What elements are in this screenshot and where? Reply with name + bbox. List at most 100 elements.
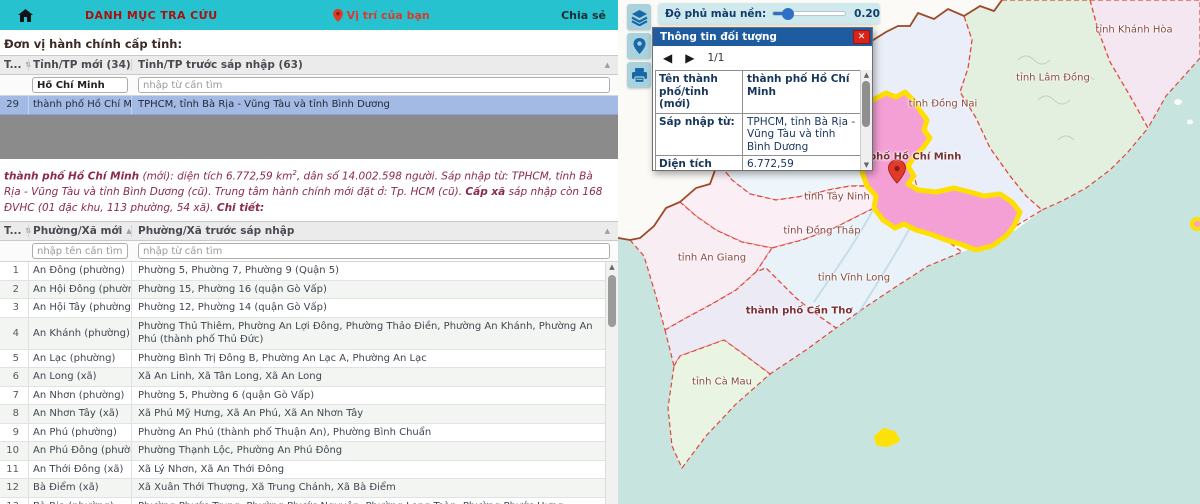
next-feature-button[interactable]: ▶: [685, 51, 694, 65]
ward-old-cell: Phường Bình Trị Đông B, Phường An Lạc A,…: [132, 350, 605, 368]
ward-row[interactable]: 7 An Nhơn (phường) Phường 5, Phường 6 (q…: [0, 387, 605, 406]
ward-row[interactable]: 5 An Lạc (phường) Phường Bình Trị Đông B…: [0, 350, 605, 369]
top-navbar: DANH MỤC TRA CỨU Vị trí của bạn Chia sẻ: [0, 0, 618, 30]
small-island: [1174, 99, 1182, 105]
ward-table-scrollbar[interactable]: ▲: [605, 262, 618, 504]
ward-row[interactable]: 2 An Hội Đông (phường) Phường 15, Phường…: [0, 281, 605, 300]
ward-old-cell: Xã Phú Mỹ Hưng, Xã An Phú, Xã An Nhơn Tâ…: [132, 405, 605, 423]
ward-old-filter-input[interactable]: [138, 243, 610, 259]
attribute-value: TPHCM, tỉnh Bà Rịa - Vũng Tàu và tỉnh Bì…: [743, 114, 860, 156]
menu-catalog[interactable]: DANH MỤC TRA CỨU: [85, 9, 218, 22]
ward-row[interactable]: 12 Bà Điểm (xã) Xã Xuân Thới Thượng, Xã …: [0, 479, 605, 498]
locate-button[interactable]: [627, 33, 651, 59]
map-panel: tỉnh Khánh Hòatỉnh Lâm Đồngtỉnh Đồng Nai…: [618, 0, 1200, 504]
province-old-filter-input[interactable]: [138, 77, 610, 93]
ward-new-cell: An Phú (phường): [28, 424, 132, 442]
ward-new-cell: An Long (xã): [28, 368, 132, 386]
ward-row[interactable]: 6 An Long (xã) Xã An Linh, Xã Tân Long, …: [0, 368, 605, 387]
print-button[interactable]: [627, 62, 651, 88]
attribute-label: Tên thành phố/tỉnh (mới): [656, 71, 743, 113]
popup-title-bar[interactable]: Thông tin đối tượng ✕: [653, 28, 872, 46]
row-number: 6: [0, 368, 28, 386]
province-new-cell: thành phố Hồ Chí Minh: [28, 96, 132, 114]
app-root: DANH MỤC TRA CỨU Vị trí của bạn Chia sẻ …: [0, 0, 1200, 504]
opacity-value: 0.20: [854, 8, 880, 20]
col-header-province-old[interactable]: Tỉnh/TP trước sáp nhập (63)▲: [132, 59, 618, 71]
merge-info-text: thành phố Hồ Chí Minh (mới): diện tích 6…: [0, 159, 618, 222]
popup-attribute-table: Tên thành phố/tỉnh (mới) thành phố Hồ Ch…: [655, 70, 861, 170]
ward-row[interactable]: 1 An Đông (phường) Phường 5, Phường 7, P…: [0, 262, 605, 281]
ward-row[interactable]: 8 An Nhơn Tây (xã) Xã Phú Mỹ Hưng, Xã An…: [0, 405, 605, 424]
ward-row[interactable]: 9 An Phú (phường) Phường An Phú (thành p…: [0, 424, 605, 443]
scrollbar-thumb[interactable]: [862, 81, 870, 127]
ward-old-cell: Xã Xuân Thới Thượng, Xã Trung Chánh, Xã …: [132, 479, 605, 497]
col-header-ward-new[interactable]: Phường/Xã mới▲: [28, 225, 132, 237]
ward-row[interactable]: 10 An Phú Đông (phường) Phường Thạnh Lộc…: [0, 442, 605, 461]
ward-rows: 1 An Đông (phường) Phường 5, Phường 7, P…: [0, 262, 605, 504]
ward-old-cell: Phường 5, Phường 6 (quận Gò Vấp): [132, 387, 605, 405]
row-number: 13: [0, 498, 28, 504]
feature-info-popup: Thông tin đối tượng ✕ ◀ ▶ 1/1 Tên thành …: [652, 27, 873, 171]
ward-row[interactable]: 4 An Khánh (phường) Phường Thủ Thiêm, Ph…: [0, 318, 605, 350]
ward-old-cell: Phường Phước Trung, Phường Phước Nguyên,…: [132, 498, 605, 504]
col-header-ward-old[interactable]: Phường/Xã trước sáp nhập▲: [132, 225, 618, 237]
menu-your-location[interactable]: Vị trí của bạn: [333, 9, 430, 22]
home-button[interactable]: [18, 9, 33, 22]
sort-icon: ▲: [605, 227, 610, 235]
ward-old-cell: Phường 15, Phường 16 (quận Gò Vấp): [132, 281, 605, 299]
scroll-up-icon[interactable]: ▲: [606, 263, 618, 271]
ward-old-cell: Phường Thủ Thiêm, Phường An Lợi Đông, Ph…: [132, 318, 605, 349]
island-east-highlighted[interactable]: [1192, 219, 1200, 229]
row-number: 11: [0, 461, 28, 479]
opacity-slider[interactable]: [772, 11, 846, 16]
col-header-number[interactable]: T... ⇅: [0, 59, 28, 71]
ward-new-cell: An Phú Đông (phường): [28, 442, 132, 460]
ward-row[interactable]: 11 An Thới Đông (xã) Xã Lý Nhơn, Xã An T…: [0, 461, 605, 480]
table-empty-area: [0, 115, 618, 159]
island-con-dao-highlighted[interactable]: [876, 430, 898, 445]
province-table: T... ⇅ Tỉnh/TP mới (34)▲ Tỉnh/TP trước s…: [0, 55, 618, 159]
popup-title: Thông tin đối tượng: [660, 31, 777, 43]
ward-row[interactable]: 3 An Hội Tây (phường) Phường 12, Phường …: [0, 299, 605, 318]
ward-old-cell: Xã Lý Nhơn, Xã An Thới Đông: [132, 461, 605, 479]
ward-new-cell: An Nhơn (phường): [28, 387, 132, 405]
lookup-panel: DANH MỤC TRA CỨU Vị trí của bạn Chia sẻ …: [0, 0, 618, 504]
popup-attribute-row: Tên thành phố/tỉnh (mới) thành phố Hồ Ch…: [656, 71, 860, 114]
popup-body: Tên thành phố/tỉnh (mới) thành phố Hồ Ch…: [653, 70, 872, 170]
layers-icon: [631, 9, 648, 26]
ward-rows-viewport: 1 An Đông (phường) Phường 5, Phường 7, P…: [0, 262, 618, 504]
prev-feature-button[interactable]: ◀: [663, 51, 672, 65]
ward-old-cell: Phường 5, Phường 7, Phường 9 (Quận 5): [132, 262, 605, 280]
share-button[interactable]: Chia sẻ: [561, 9, 606, 22]
row-number: 12: [0, 479, 28, 497]
ward-row[interactable]: 13 Bà Rịa (phường) Phường Phước Trung, P…: [0, 498, 605, 504]
popup-close-button[interactable]: ✕: [853, 30, 870, 44]
row-number: 10: [0, 442, 28, 460]
opacity-label: Độ phủ màu nền:: [665, 8, 766, 20]
scroll-up-icon[interactable]: ▲: [861, 71, 872, 79]
popup-scrollbar[interactable]: ▲ ▼: [860, 70, 872, 170]
popup-pagination: ◀ ▶ 1/1: [653, 46, 872, 70]
map-toolbar: [627, 4, 651, 88]
col-header-number[interactable]: T... ⇅: [0, 225, 28, 237]
opacity-slider-thumb[interactable]: [782, 8, 794, 20]
province-filter-row: [0, 75, 618, 96]
ward-new-cell: An Nhơn Tây (xã): [28, 405, 132, 423]
province-new-filter-input[interactable]: [32, 77, 128, 93]
row-number: 2: [0, 281, 28, 299]
col-header-province-new[interactable]: Tỉnh/TP mới (34)▲: [28, 59, 132, 71]
popup-attribute-row: Diện tích (km²) 6.772,59: [656, 156, 860, 170]
row-number: 4: [0, 318, 28, 349]
sort-icon: ▲: [605, 61, 610, 69]
row-number: 7: [0, 387, 28, 405]
popup-page-indicator: 1/1: [707, 52, 724, 64]
scrollbar-thumb[interactable]: [608, 275, 616, 327]
ward-new-cell: An Thới Đông (xã): [28, 461, 132, 479]
scroll-down-icon[interactable]: ▼: [861, 161, 872, 169]
ward-old-cell: Phường Thạnh Lộc, Phường An Phú Đông: [132, 442, 605, 460]
ward-table: T... ⇅ Phường/Xã mới▲ Phường/Xã trước sá…: [0, 221, 618, 504]
province-row-selected[interactable]: 29 thành phố Hồ Chí Minh TPHCM, tỉnh Bà …: [0, 96, 618, 115]
layers-button[interactable]: [627, 4, 651, 30]
ward-new-filter-input[interactable]: [32, 243, 128, 259]
ward-new-cell: Bà Điểm (xã): [28, 479, 132, 497]
